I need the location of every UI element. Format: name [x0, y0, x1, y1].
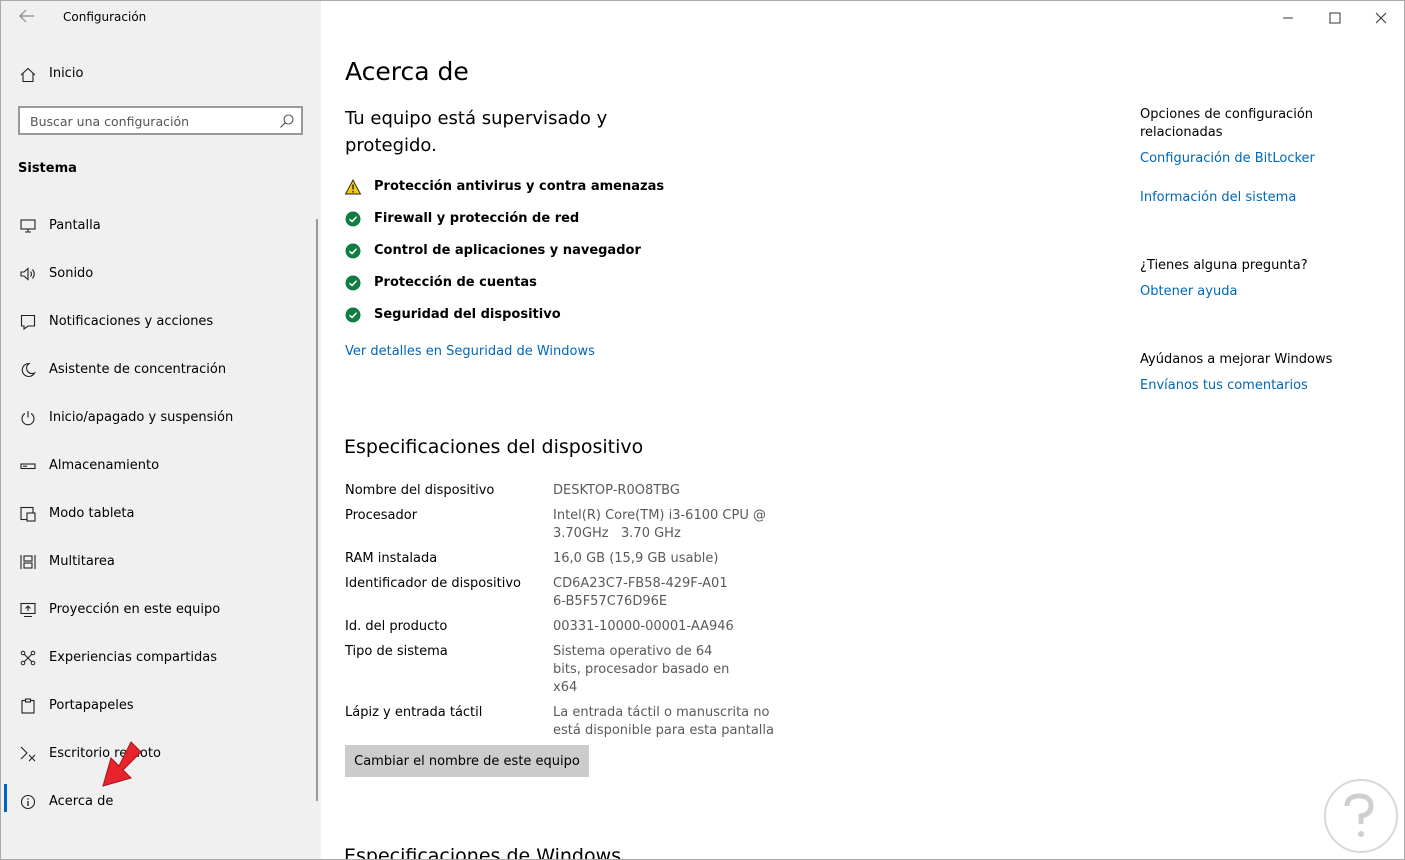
improve-heading: Ayúdanos a mejorar Windows: [1140, 352, 1333, 367]
spec-key: Procesador: [345, 508, 418, 523]
sidebar-item-label: Portapapeles: [49, 698, 134, 713]
spec-row: RAM instalada 16,0 GB (15,9 GB usable): [345, 550, 798, 568]
annotation-arrow-icon: [102, 741, 142, 787]
sidebar-item-sonido[interactable]: Sonido: [1, 259, 321, 307]
watermark-logo-icon: [1324, 779, 1398, 853]
sidebar-item-label: Multitarea: [49, 554, 115, 569]
section-title: Sistema: [18, 161, 77, 176]
sidebar-item-modo-tableta[interactable]: Modo tableta: [1, 499, 321, 547]
main-content: Acerca de Tu equipo está supervisado y p…: [322, 1, 1404, 859]
sidebar-item-proyeccion[interactable]: Proyección en este equipo: [1, 595, 321, 643]
spec-value: Intel(R) Core(TM) i3-6100 CPU @ 3.70GHz …: [553, 508, 771, 541]
tablet-icon: [19, 505, 37, 523]
check-circle-icon: [345, 307, 361, 323]
windows-specs-title: Especificaciones de Windows: [344, 845, 622, 860]
sidebar-item-escritorio-remoto[interactable]: Escritorio remoto: [1, 739, 321, 787]
spec-value: Sistema operativo de 64 bits, procesador…: [553, 644, 730, 695]
status-label: Protección de cuentas: [374, 275, 537, 290]
sidebar-item-concentracion[interactable]: Asistente de concentración: [1, 355, 321, 403]
notification-icon: [19, 313, 37, 331]
sidebar-item-label: Almacenamiento: [49, 458, 160, 473]
spec-row: Procesador Intel(R) Core(TM) i3-6100 CPU …: [345, 507, 798, 543]
spec-value: DESKTOP-R0O8TBG: [553, 483, 680, 498]
sidebar-scrollbar[interactable]: [316, 219, 318, 801]
rename-pc-button[interactable]: Cambiar el nombre de este equipo: [345, 745, 589, 777]
search-icon[interactable]: [279, 113, 295, 129]
spec-value: 00331-10000-00001-AA946: [553, 619, 734, 634]
sidebar-item-label: Inicio/apagado y suspensión: [49, 410, 234, 425]
status-label: Protección antivirus y contra amenazas: [374, 179, 665, 194]
spec-key: Nombre del dispositivo: [345, 483, 495, 498]
sidebar-item-multitarea[interactable]: Multitarea: [1, 547, 321, 595]
spec-key: Id. del producto: [345, 619, 448, 634]
sidebar-item-home[interactable]: Inicio: [1, 59, 321, 91]
spec-key: Tipo de sistema: [345, 644, 448, 659]
security-details-link[interactable]: Ver detalles en Seguridad de Windows: [345, 344, 595, 359]
sidebar-item-label: Asistente de concentración: [49, 362, 227, 377]
clipboard-icon: [19, 697, 37, 715]
spec-value: La entrada táctil o manuscrita no está d…: [553, 705, 774, 738]
spec-key: Identificador de dispositivo: [345, 576, 521, 591]
storage-icon: [19, 457, 37, 475]
back-arrow-icon[interactable]: [17, 9, 37, 27]
display-icon: [19, 217, 37, 235]
sidebar-item-label: Pantalla: [49, 218, 101, 233]
spec-value: CD6A23C7-FB58-429F-A016-B5F57C76D96E: [553, 576, 728, 609]
sidebar-item-inicio-apagado[interactable]: Inicio/apagado y suspensión: [1, 403, 321, 451]
home-label: Inicio: [49, 66, 84, 81]
feedback-link[interactable]: Envíanos tus comentarios: [1140, 378, 1308, 393]
sidebar-item-label: Sonido: [49, 266, 94, 281]
device-specs-title: Especificaciones del dispositivo: [344, 436, 644, 458]
search-box[interactable]: [18, 106, 303, 135]
shared-icon: [19, 649, 37, 667]
sidebar-item-label: Notificaciones y acciones: [49, 314, 214, 329]
page-title: Acerca de: [345, 57, 469, 86]
sidebar-item-almacenamiento[interactable]: Almacenamiento: [1, 451, 321, 499]
bitlocker-link[interactable]: Configuración de BitLocker: [1140, 151, 1315, 166]
question-heading: ¿Tienes alguna pregunta?: [1140, 258, 1308, 273]
spec-key: RAM instalada: [345, 551, 438, 566]
info-icon: [19, 793, 37, 811]
multitask-icon: [19, 553, 37, 571]
sidebar: Configuración Inicio Sistema Pantalla So…: [1, 1, 321, 859]
related-heading: Opciones de configuración relacionadas: [1140, 107, 1314, 140]
power-icon: [19, 409, 37, 427]
sidebar-item-label: Modo tableta: [49, 506, 135, 521]
sidebar-item-pantalla[interactable]: Pantalla: [1, 211, 321, 259]
spec-row: Identificador de dispositivo CD6A23C7-FB5…: [345, 575, 798, 611]
speaker-icon: [19, 265, 37, 283]
warning-icon: [345, 179, 361, 195]
spec-row: Tipo de sistema Sistema operativo de 64 b…: [345, 643, 798, 697]
search-input[interactable]: [30, 112, 270, 130]
spec-row: Lápiz y entrada táctil La entrada táctil …: [345, 704, 798, 740]
sidebar-item-label: Acerca de: [49, 794, 114, 809]
system-info-link[interactable]: Información del sistema: [1140, 190, 1296, 205]
remote-desktop-icon: [19, 745, 37, 763]
check-circle-icon: [345, 243, 361, 259]
projection-icon: [19, 601, 37, 619]
status-label: Control de aplicaciones y navegador: [374, 243, 641, 258]
sidebar-nav: Pantalla Sonido Notificaciones y accione…: [1, 211, 321, 835]
status-label: Seguridad del dispositivo: [374, 307, 561, 322]
spec-key: Lápiz y entrada táctil: [345, 705, 483, 720]
protection-heading: Tu equipo está supervisado y protegido.: [345, 108, 608, 156]
get-help-link[interactable]: Obtener ayuda: [1140, 284, 1237, 299]
sidebar-item-acerca-de[interactable]: Acerca de: [1, 784, 321, 835]
spec-row: Id. del producto 00331-10000-00001-AA946: [345, 618, 798, 636]
home-icon: [19, 66, 37, 84]
sidebar-item-portapapeles[interactable]: Portapapeles: [1, 691, 321, 739]
check-circle-icon: [345, 211, 361, 227]
settings-window: Configuración Inicio Sistema Pantalla So…: [0, 0, 1405, 860]
status-label: Firewall y protección de red: [374, 211, 580, 226]
device-specs-table: Nombre del dispositivo DESKTOP-R0O8TBG Pr…: [345, 482, 798, 747]
sidebar-item-experiencias[interactable]: Experiencias compartidas: [1, 643, 321, 691]
sidebar-item-notificaciones[interactable]: Notificaciones y acciones: [1, 307, 321, 355]
spec-row: Nombre del dispositivo DESKTOP-R0O8TBG: [345, 482, 798, 500]
check-circle-icon: [345, 275, 361, 291]
sidebar-item-label: Proyección en este equipo: [49, 602, 221, 617]
moon-icon: [19, 361, 37, 379]
spec-value: 16,0 GB (15,9 GB usable): [553, 551, 719, 566]
app-title: Configuración: [63, 10, 147, 24]
sidebar-item-label: Experiencias compartidas: [49, 650, 218, 665]
